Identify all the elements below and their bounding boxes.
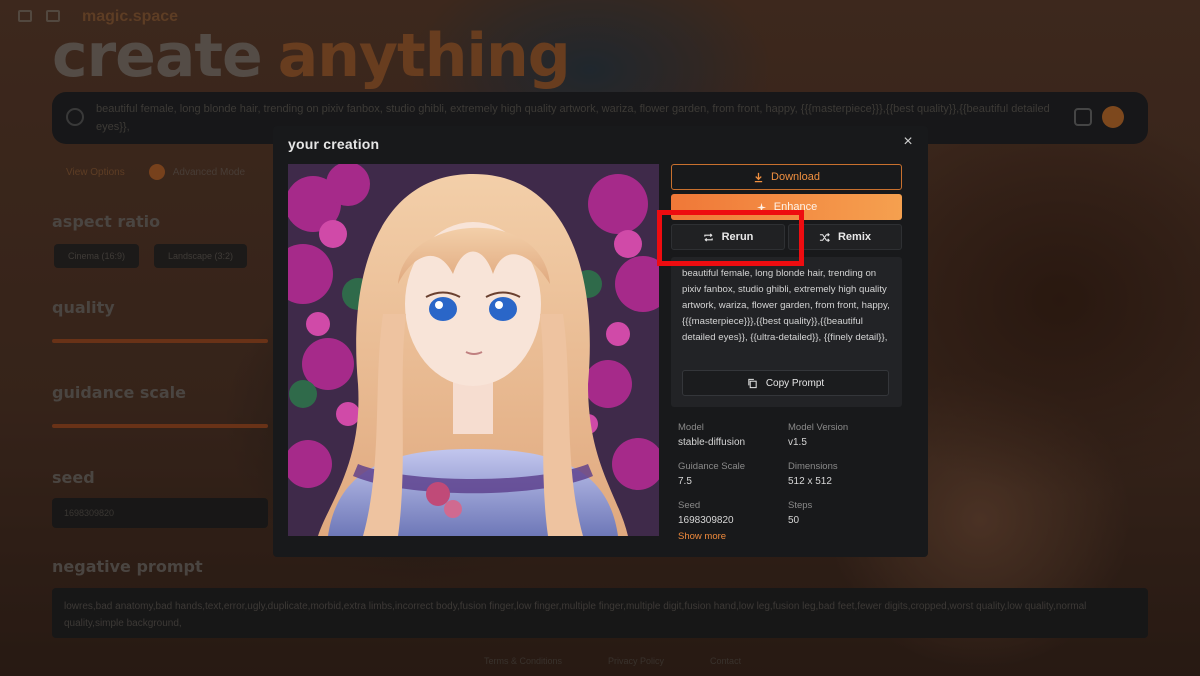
prompt-text: beautiful female, long blonde hair, tren… [682,268,890,343]
meta-value: 7.5 [678,476,692,487]
repeat-icon [703,232,713,242]
rerun-button[interactable]: Rerun [671,224,785,250]
copy-icon [748,378,757,388]
close-icon[interactable]: × [900,134,916,150]
modal-title: your creation [288,136,380,152]
meta-value: 512 x 512 [788,476,832,487]
prompt-panel: beautiful female, long blonde hair, tren… [671,257,902,407]
meta-value: stable-diffusion [678,437,746,448]
generated-image [288,164,659,536]
meta-guidance-scale: Guidance Scale 7.5 [678,461,788,489]
meta-label: Dimensions [788,461,838,472]
anime-girl-artwork [288,164,659,536]
show-more-link[interactable]: Show more [678,531,726,542]
creation-modal: your creation × Download Enhance Rerun R… [273,126,928,557]
meta-steps: Steps 50 [788,500,898,528]
generation-details: Model stable-diffusion Model Version v1.5 … [678,422,898,528]
copy-prompt-button[interactable]: Copy Prompt [682,370,889,396]
rerun-label: Rerun [721,231,754,243]
meta-seed: Seed 1698309820 [678,500,788,528]
meta-value: 50 [788,515,800,526]
download-button[interactable]: Download [671,164,902,190]
enhance-button[interactable]: Enhance [671,194,902,220]
meta-value: 1698309820 [678,515,734,526]
meta-value: v1.5 [788,437,807,448]
download-icon [754,172,763,182]
meta-label: Seed [678,500,701,511]
meta-label: Model [678,422,704,433]
meta-label: Guidance Scale [678,461,746,472]
copy-prompt-label: Copy Prompt [765,377,825,389]
meta-dimensions: Dimensions 512 x 512 [788,461,898,489]
download-label: Download [771,171,820,183]
meta-label: Model Version [788,422,849,433]
remix-button[interactable]: Remix [788,224,902,250]
shuffle-icon [819,232,830,242]
meta-label: Steps [788,500,813,511]
enhance-label: Enhance [773,201,818,213]
remix-label: Remix [837,231,872,243]
sparkle-icon [756,202,766,212]
meta-model: Model stable-diffusion [678,422,788,450]
meta-model-version: Model Version v1.5 [788,422,898,450]
